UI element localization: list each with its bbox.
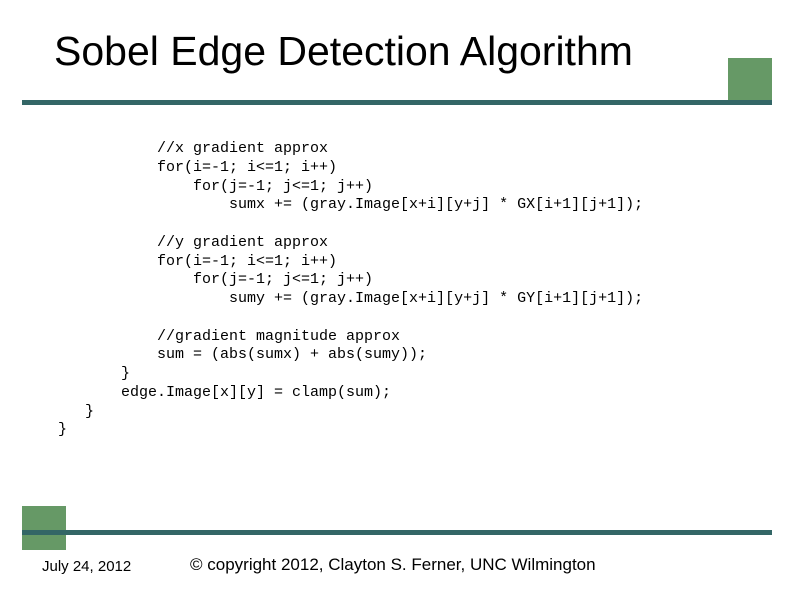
footer-copyright: © copyright 2012, Clayton S. Ferner, UNC… (190, 555, 596, 575)
slide-title: Sobel Edge Detection Algorithm (54, 28, 633, 75)
footer-accent-square (22, 506, 66, 550)
code-listing: //x gradient approx for(i=-1; i<=1; i++)… (58, 140, 643, 440)
title-accent-square (728, 58, 772, 102)
footer-underline (22, 530, 772, 535)
footer-date: July 24, 2012 (42, 558, 131, 575)
title-underline (22, 100, 772, 105)
